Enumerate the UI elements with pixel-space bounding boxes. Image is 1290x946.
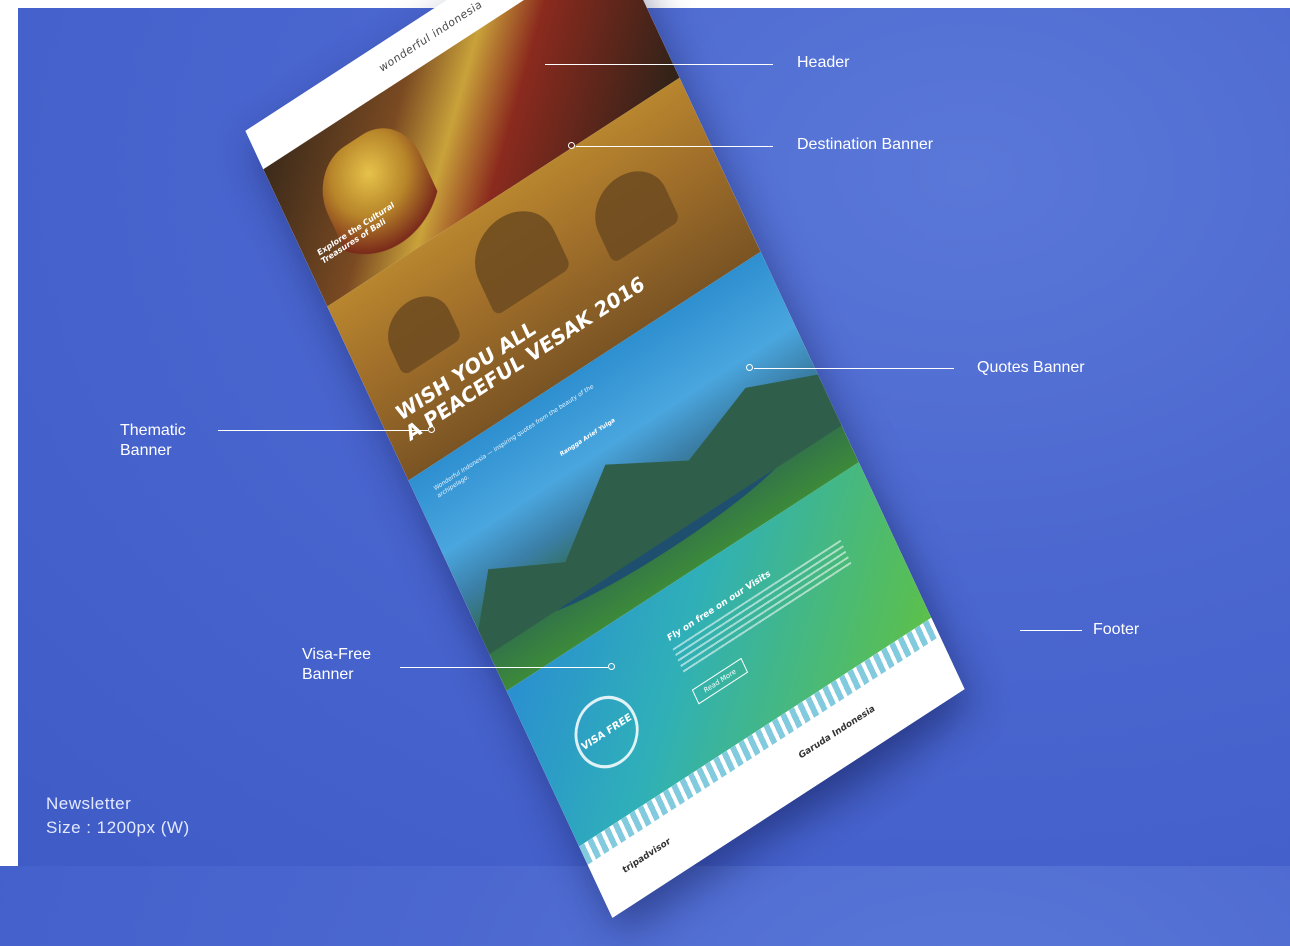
quotes-callout-dot: [746, 364, 753, 371]
footer-callout-line: [1020, 630, 1082, 631]
visa-free-stamp: VISA FREE: [563, 682, 650, 782]
destination-callout-dot: [568, 142, 575, 149]
read-more-button[interactable]: Read More: [691, 657, 749, 705]
caption-title: Newsletter: [46, 794, 132, 813]
thematic-label-line2: Banner: [120, 442, 172, 459]
thematic-callout-dot: [428, 426, 435, 433]
thematic-banner-label: Thematic Banner: [120, 421, 186, 461]
quotes-callout-line: [754, 368, 954, 369]
thematic-label-line1: Thematic: [120, 422, 186, 439]
header-label: Header: [797, 54, 850, 71]
quote-author: Rangga Arief Yulga: [558, 416, 617, 459]
stupa-image: [377, 283, 463, 377]
quotes-banner-label: Quotes Banner: [977, 359, 1085, 376]
tripadvisor-logo: tripadvisor: [621, 836, 673, 876]
destination-banner-label: Destination Banner: [797, 136, 934, 153]
visa-label-line2: Banner: [302, 666, 354, 683]
visa-label-line1: Visa-Free: [302, 646, 372, 663]
footer-label: Footer: [1093, 621, 1140, 638]
header-callout-line: [545, 64, 773, 65]
visa-callout-line: [400, 667, 608, 668]
visa-callout-dot: [608, 663, 615, 670]
visa-free-banner-label: Visa-Free Banner: [302, 645, 371, 685]
destination-callout-line: [576, 146, 773, 147]
newsletter-caption: Newsletter Size : 1200px (W): [46, 792, 190, 840]
thematic-callout-line: [218, 430, 428, 431]
stupa-image: [583, 156, 681, 264]
caption-size: Size : 1200px (W): [46, 818, 190, 837]
